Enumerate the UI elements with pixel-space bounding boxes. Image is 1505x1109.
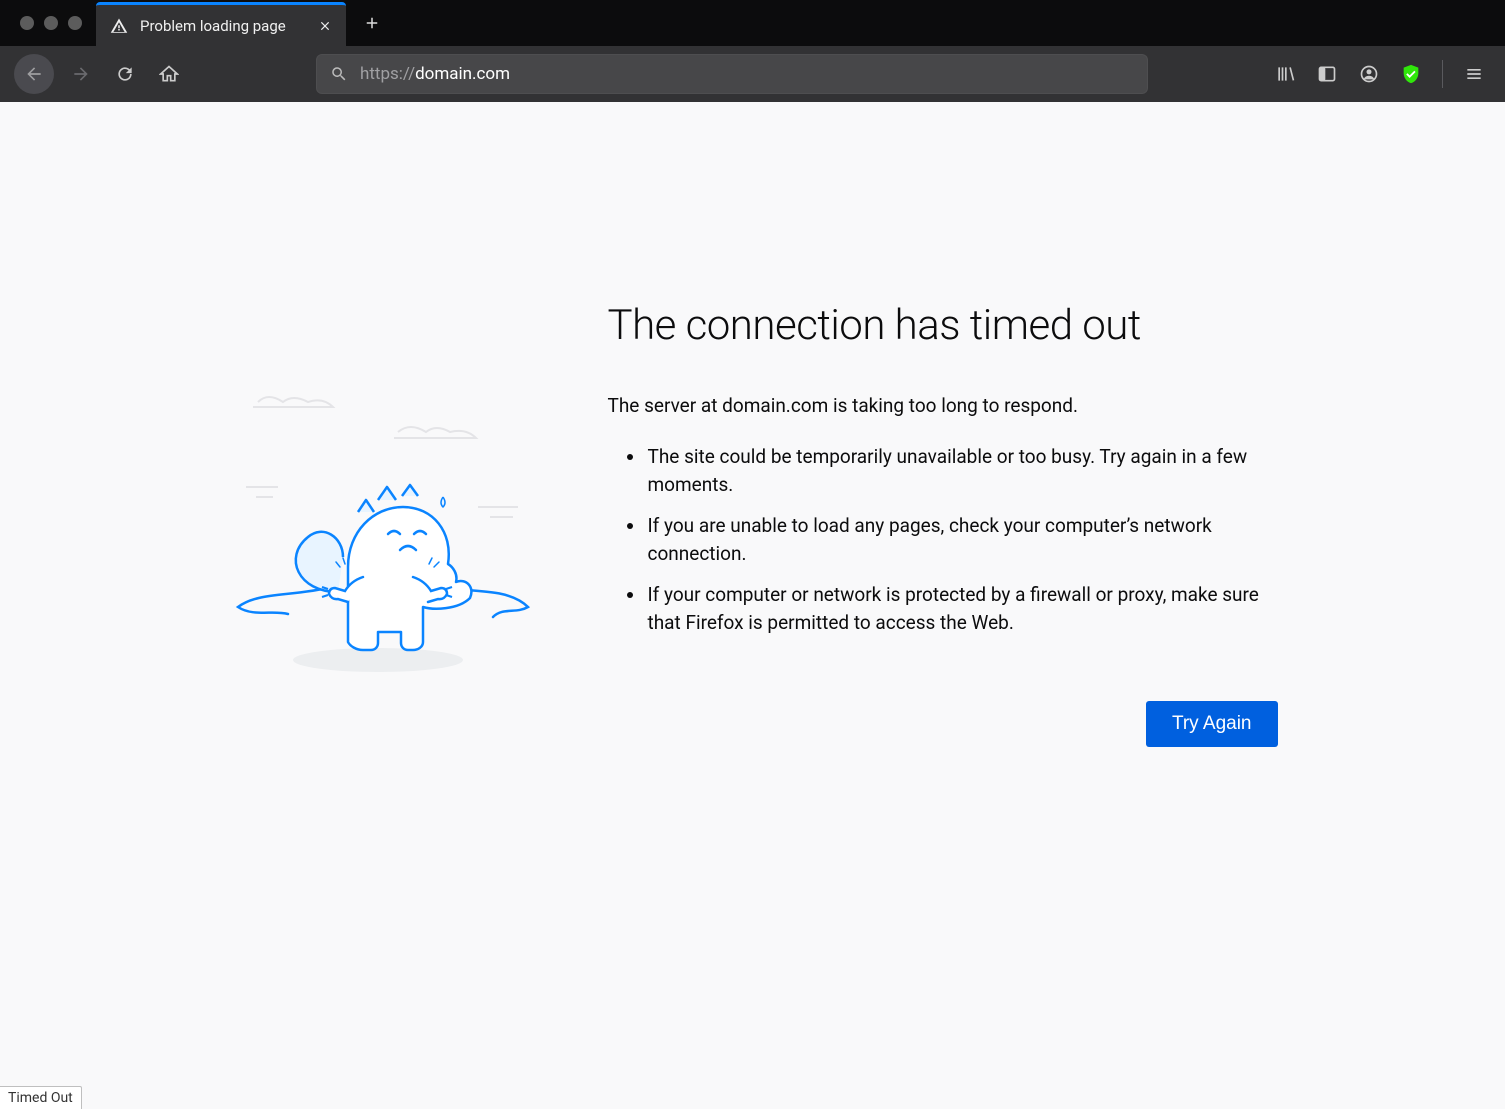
back-button[interactable] xyxy=(14,54,54,94)
error-actions: Try Again xyxy=(608,701,1278,747)
sidebar-icon xyxy=(1317,64,1337,84)
url-domain: domain.com xyxy=(415,64,510,84)
status-badge: Timed Out xyxy=(0,1086,82,1109)
error-title: The connection has timed out xyxy=(608,302,1278,350)
arrow-right-icon xyxy=(71,64,91,84)
browser-chrome: Problem loading page https://domain.com xyxy=(0,0,1505,102)
reload-button[interactable] xyxy=(108,57,142,91)
error-text-column: The connection has timed out The server … xyxy=(588,302,1278,747)
home-icon xyxy=(159,64,179,84)
illustration-column xyxy=(228,302,588,747)
hamburger-icon xyxy=(1464,64,1484,84)
toolbar-right xyxy=(1268,57,1491,91)
nav-toolbar: https://domain.com xyxy=(0,46,1505,102)
window-close-dot[interactable] xyxy=(20,16,34,30)
new-tab-button[interactable] xyxy=(356,7,388,39)
sidebar-button[interactable] xyxy=(1310,57,1344,91)
tab-title: Problem loading page xyxy=(140,17,306,35)
page-content: The connection has timed out The server … xyxy=(0,102,1505,1109)
error-subtitle: The server at domain.com is taking too l… xyxy=(608,394,1278,417)
library-icon xyxy=(1275,64,1295,84)
library-button[interactable] xyxy=(1268,57,1302,91)
window-controls[interactable] xyxy=(12,16,96,30)
shield-check-icon xyxy=(1400,63,1422,85)
warning-icon xyxy=(110,17,128,35)
window-minimize-dot[interactable] xyxy=(44,16,58,30)
arrow-left-icon xyxy=(24,64,44,84)
forward-button xyxy=(64,57,98,91)
error-suggestion-item: The site could be temporarily unavailabl… xyxy=(646,443,1278,498)
plus-icon xyxy=(363,14,381,32)
protection-shield-button[interactable] xyxy=(1394,57,1428,91)
error-suggestion-list: The site could be temporarily unavailabl… xyxy=(608,443,1278,636)
error-suggestion-item: If your computer or network is protected… xyxy=(646,581,1278,636)
address-bar[interactable]: https://domain.com xyxy=(316,54,1148,94)
browser-tab-active[interactable]: Problem loading page xyxy=(96,2,346,46)
error-suggestion-item: If you are unable to load any pages, che… xyxy=(646,512,1278,567)
account-button[interactable] xyxy=(1352,57,1386,91)
app-menu-button[interactable] xyxy=(1457,57,1491,91)
window-zoom-dot[interactable] xyxy=(68,16,82,30)
close-icon[interactable] xyxy=(318,19,332,33)
toolbar-divider xyxy=(1442,60,1443,88)
reload-icon xyxy=(115,64,135,84)
try-again-button[interactable]: Try Again xyxy=(1146,701,1278,747)
home-button[interactable] xyxy=(152,57,186,91)
tab-strip: Problem loading page xyxy=(0,0,1505,46)
search-icon xyxy=(330,65,348,83)
error-dino-illustration xyxy=(228,392,548,692)
account-icon xyxy=(1359,64,1379,84)
url-protocol: https:// xyxy=(360,64,415,84)
url-text: https://domain.com xyxy=(360,64,510,84)
error-container: The connection has timed out The server … xyxy=(228,302,1278,747)
